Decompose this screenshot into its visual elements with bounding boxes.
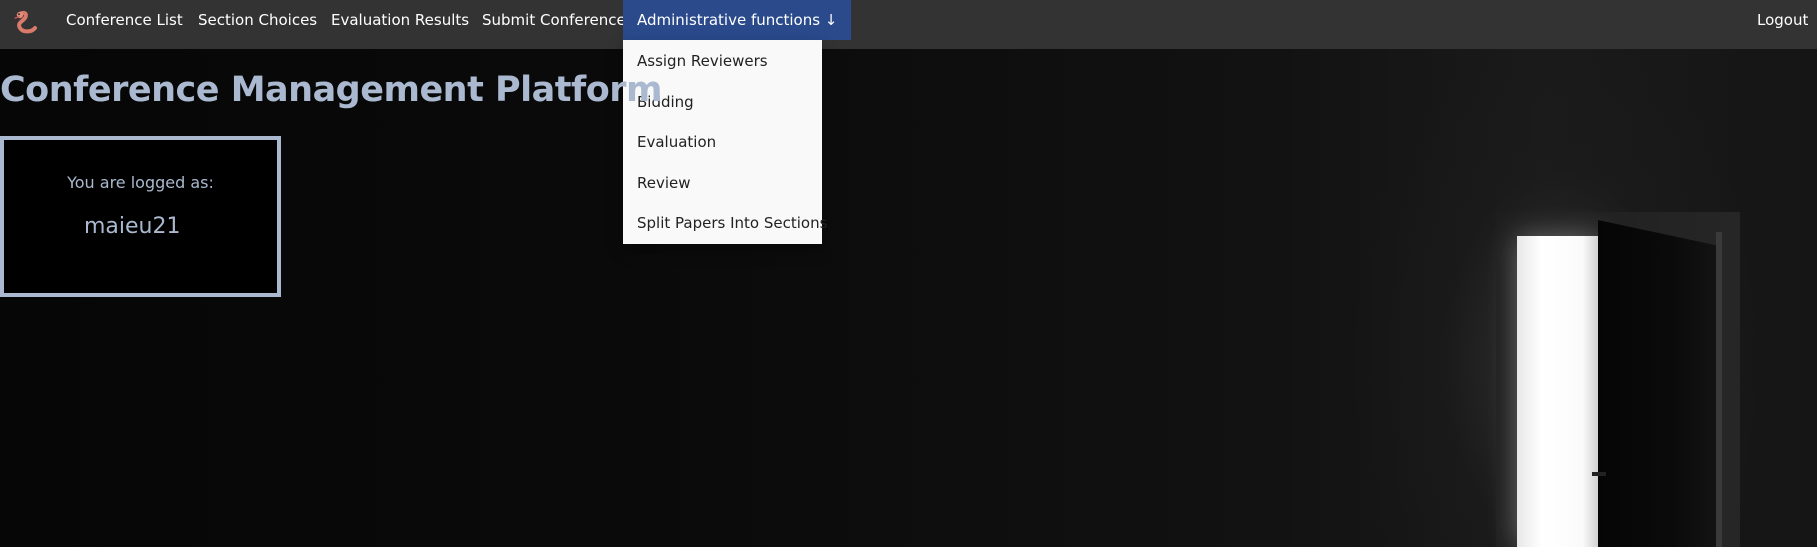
nav-submit-conference[interactable]: Submit Conference (482, 0, 626, 40)
background-door-edge (1716, 232, 1722, 547)
logged-as-label: You are logged as: (67, 173, 214, 192)
nav-evaluation-results[interactable]: Evaluation Results (331, 0, 469, 40)
dropdown-item-evaluation[interactable]: Evaluation (637, 133, 716, 151)
dropdown-item-split-papers[interactable]: Split Papers Into Sections (637, 214, 827, 232)
dropdown-item-assign-reviewers[interactable]: Assign Reviewers (637, 52, 768, 70)
worm-logo-icon[interactable] (12, 9, 40, 37)
background-door-handle (1592, 472, 1606, 476)
dropdown-item-review[interactable]: Review (637, 174, 691, 192)
username-display: maieu21 (84, 214, 181, 239)
login-status-box: You are logged as: maieu21 (0, 136, 281, 297)
nav-conference-list[interactable]: Conference List (66, 0, 183, 40)
background-door-leaf (1598, 220, 1720, 547)
nav-section-choices[interactable]: Section Choices (198, 0, 317, 40)
nav-administrative-functions[interactable]: Administrative functions ↓ (623, 0, 852, 40)
background-door-light (1517, 236, 1599, 547)
logout-button[interactable]: Logout (1757, 0, 1808, 40)
page-title: Conference Management Platform (0, 70, 663, 110)
top-navbar: Conference List Section Choices Evaluati… (0, 0, 1817, 49)
